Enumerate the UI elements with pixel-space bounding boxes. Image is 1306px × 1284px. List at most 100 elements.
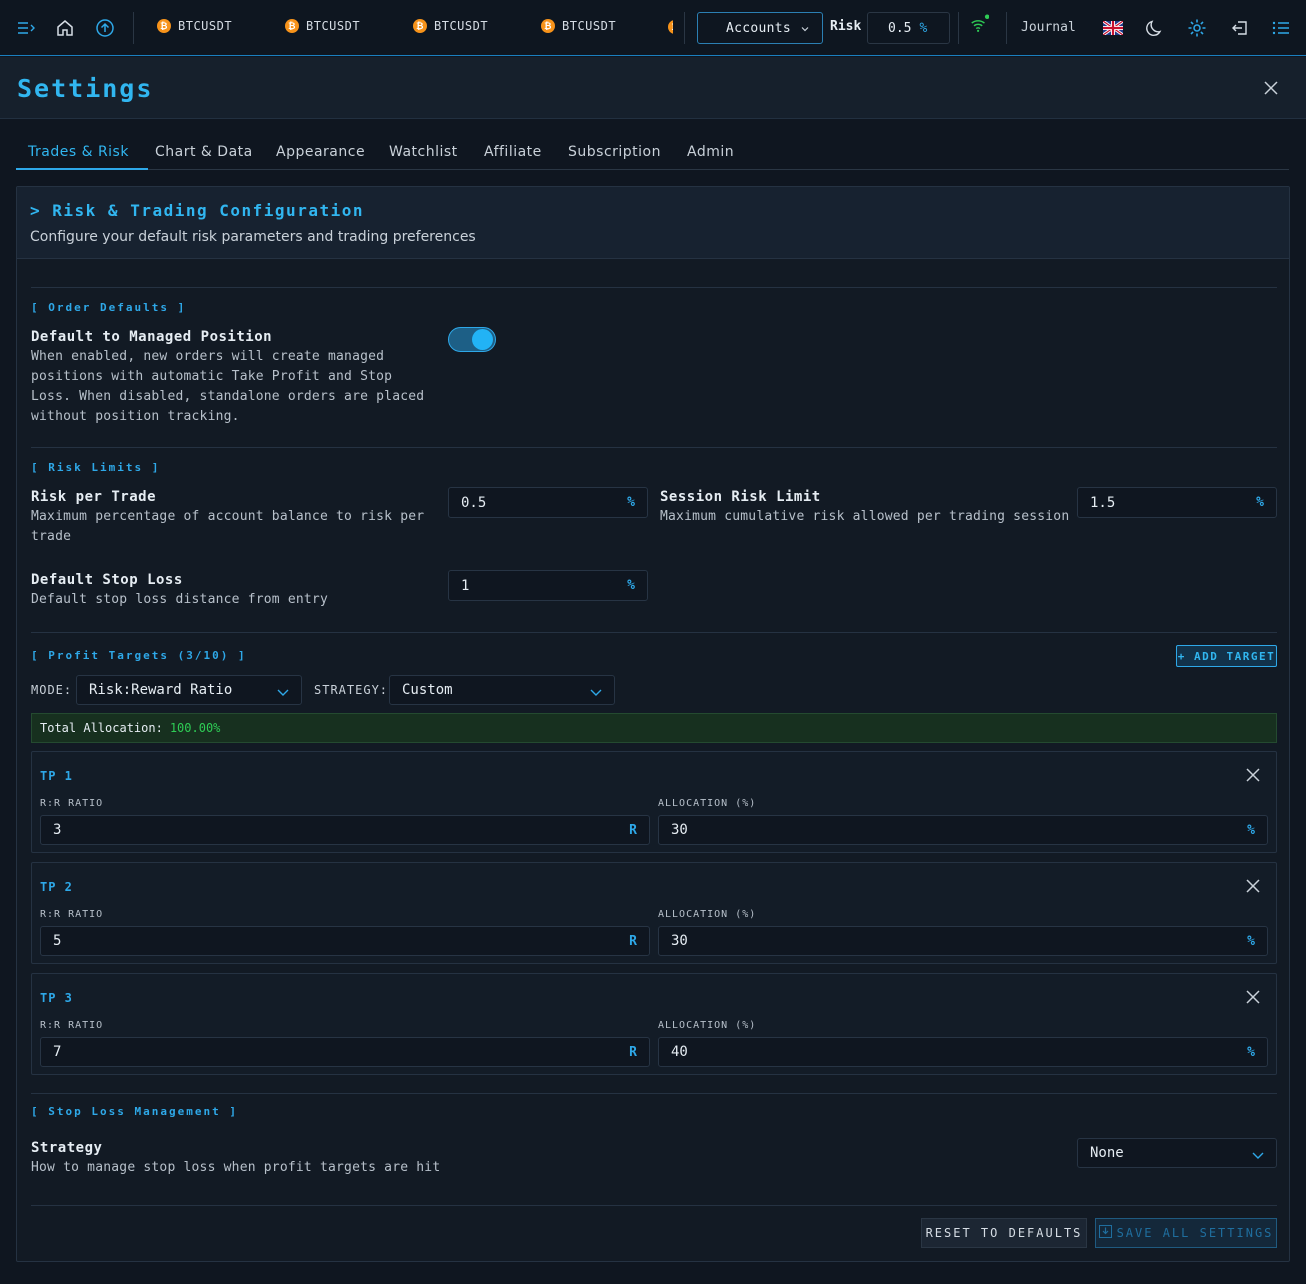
tab-appearance[interactable]: Appearance	[276, 144, 365, 160]
managed-position-title: Default to Managed Position	[31, 329, 273, 345]
save-all-settings-button[interactable]: SAVE ALL SETTINGS	[1095, 1218, 1277, 1248]
strategy-value: Custom	[402, 682, 453, 698]
wifi-icon[interactable]	[969, 14, 989, 34]
input-value: 1	[461, 577, 470, 594]
divider	[133, 12, 134, 44]
ticker-tab-1[interactable]: ₿ BTCUSDT	[157, 19, 232, 33]
rr-ratio-label: R:R RATIO	[40, 1020, 104, 1031]
tab-admin[interactable]: Admin	[687, 144, 734, 160]
rr-ratio-input[interactable]: 7 R	[40, 1037, 650, 1067]
default-stop-loss-input[interactable]: 1 %	[448, 570, 648, 601]
save-icon	[1098, 1225, 1112, 1241]
total-allocation-label: Total Allocation:	[40, 721, 163, 735]
allocation-input[interactable]: 40 %	[658, 1037, 1268, 1067]
total-allocation-bar: Total Allocation: 100.00%	[31, 713, 1277, 743]
percent-suffix: %	[1247, 1045, 1255, 1060]
divider	[1006, 12, 1007, 44]
managed-position-toggle[interactable]	[448, 327, 496, 352]
percent-suffix: %	[1256, 495, 1264, 510]
divider	[31, 632, 1277, 633]
strategy-label: STRATEGY:	[314, 683, 389, 697]
rr-ratio-input[interactable]: 5 R	[40, 926, 650, 956]
ticker-label: BTCUSDT	[562, 19, 617, 33]
session-risk-title: Session Risk Limit	[660, 489, 821, 505]
allocation-input[interactable]: 30 %	[658, 815, 1268, 845]
close-icon[interactable]	[1246, 768, 1260, 786]
target-name: TP 2	[40, 880, 73, 894]
risk-per-trade-title: Risk per Trade	[31, 489, 157, 505]
strategy-select[interactable]: Custom	[389, 675, 615, 705]
reset-defaults-button[interactable]: RESET TO DEFAULTS	[921, 1218, 1087, 1248]
risk-value: 0.5	[888, 20, 912, 36]
panel-header: > Risk & Trading Configuration Configure…	[17, 187, 1289, 259]
tab-subscription[interactable]: Subscription	[568, 144, 661, 160]
rr-ratio-label: R:R RATIO	[40, 909, 104, 920]
moon-icon[interactable]	[1145, 18, 1165, 38]
home-icon[interactable]	[55, 18, 75, 38]
section-order-defaults: [ Order Defaults ]	[31, 301, 187, 314]
gear-icon[interactable]	[1187, 18, 1207, 38]
ticker-tab-overflow[interactable]: ₿	[668, 20, 673, 34]
chevron-down-icon	[590, 685, 602, 701]
risk-input[interactable]: 0.5 %	[867, 12, 950, 44]
panel-subtitle: Configure your default risk parameters a…	[30, 229, 476, 245]
input-value: 5	[53, 933, 62, 949]
bitcoin-icon: ₿	[413, 19, 427, 33]
ticker-tab-3[interactable]: ₿ BTCUSDT	[413, 19, 488, 33]
toggle-knob	[472, 329, 493, 350]
section-risk-limits: [ Risk Limits ]	[31, 461, 161, 474]
accounts-dropdown[interactable]: Accounts	[697, 12, 823, 44]
list-icon[interactable]	[1271, 18, 1291, 38]
tab-trades-risk[interactable]: Trades & Risk	[28, 144, 129, 160]
sl-strategy-select[interactable]: None	[1077, 1138, 1277, 1168]
mode-label: MODE:	[31, 683, 73, 697]
percent-suffix: %	[627, 495, 635, 510]
journal-link[interactable]: Journal	[1021, 20, 1076, 35]
mode-value: Risk:Reward Ratio	[89, 682, 233, 698]
allocation-input[interactable]: 30 %	[658, 926, 1268, 956]
risk-per-trade-desc: Maximum percentage of account balance to…	[31, 509, 425, 544]
total-allocation-value: 100.00%	[169, 721, 221, 735]
risk-per-trade-input[interactable]: 0.5 %	[448, 487, 648, 518]
input-value: 0.5	[461, 494, 487, 511]
allocation-label: ALLOCATION (%)	[658, 798, 757, 809]
uk-flag-icon[interactable]	[1103, 18, 1123, 38]
tab-affiliate[interactable]: Affiliate	[484, 144, 542, 160]
sl-strategy-title: Strategy	[31, 1140, 103, 1156]
rr-ratio-input[interactable]: 3 R	[40, 815, 650, 845]
default-stop-loss-desc: Default stop loss distance from entry	[31, 592, 328, 607]
percent-suffix: %	[1247, 823, 1255, 838]
ticker-tab-2[interactable]: ₿ BTCUSDT	[285, 19, 360, 33]
tab-chart-data[interactable]: Chart & Data	[155, 144, 253, 160]
chevron-down-icon	[800, 23, 810, 38]
upload-icon[interactable]	[95, 18, 115, 38]
bitcoin-icon: ₿	[285, 19, 299, 33]
risk-unit: %	[919, 20, 928, 36]
accounts-label: Accounts	[726, 20, 792, 36]
reset-label: RESET TO DEFAULTS	[925, 1226, 1083, 1240]
ticker-label: BTCUSDT	[178, 19, 233, 33]
tab-watchlist[interactable]: Watchlist	[389, 144, 458, 160]
profit-target-card: TP 2 R:R RATIO ALLOCATION (%) 5 R 30 %	[31, 862, 1277, 964]
ticker-tab-4[interactable]: ₿ BTCUSDT	[541, 19, 616, 33]
menu-icon[interactable]	[16, 18, 36, 38]
allocation-label: ALLOCATION (%)	[658, 909, 757, 920]
managed-position-desc: When enabled, new orders will create man…	[31, 349, 425, 424]
panel-title: > Risk & Trading Configuration	[30, 201, 364, 220]
target-name: TP 3	[40, 991, 73, 1005]
close-icon[interactable]	[1264, 81, 1278, 99]
input-value: 3	[53, 822, 62, 838]
active-tab-indicator	[16, 168, 148, 170]
mode-select[interactable]: Risk:Reward Ratio	[76, 675, 302, 705]
close-icon[interactable]	[1246, 990, 1260, 1008]
add-target-button[interactable]: + ADD TARGET	[1176, 645, 1277, 667]
profit-target-card: TP 1 R:R RATIO ALLOCATION (%) 3 R 30 %	[31, 751, 1277, 853]
session-risk-desc: Maximum cumulative risk allowed per trad…	[660, 509, 1070, 524]
logout-icon[interactable]	[1230, 18, 1250, 38]
percent-suffix: %	[627, 578, 635, 593]
r-suffix: R	[629, 934, 637, 949]
session-risk-input[interactable]: 1.5 %	[1077, 487, 1277, 518]
input-value: 30	[671, 822, 688, 838]
close-icon[interactable]	[1246, 879, 1260, 897]
r-suffix: R	[629, 1045, 637, 1060]
